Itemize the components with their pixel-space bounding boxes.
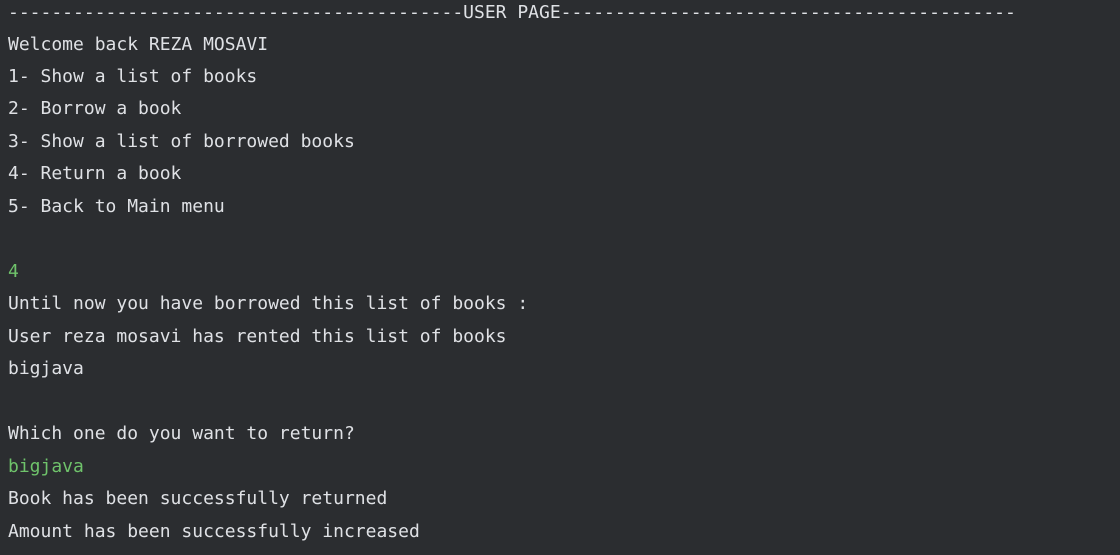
menu-item-return-book: 4- Return a book xyxy=(8,163,182,184)
user-book-input: bigjava xyxy=(8,456,84,477)
rented-info-text: User reza mosavi has rented this list of… xyxy=(8,326,507,347)
welcome-message: Welcome back REZA MOSAVI xyxy=(8,34,269,55)
borrowed-intro-text: Until now you have borrowed this list of… xyxy=(8,293,529,314)
menu-item-show-books: 1- Show a list of books xyxy=(8,66,258,87)
user-choice-input: 4 xyxy=(8,261,19,282)
return-prompt: Which one do you want to return? xyxy=(8,423,355,444)
borrowed-book-item: bigjava xyxy=(8,358,84,379)
user-page-header: ----------------------------------------… xyxy=(8,2,1016,23)
return-success-message: Book has been successfully returned xyxy=(8,488,388,509)
menu-item-show-borrowed: 3- Show a list of borrowed books xyxy=(8,131,355,152)
amount-success-message: Amount has been successfully increased xyxy=(8,521,420,542)
menu-item-borrow-book: 2- Borrow a book xyxy=(8,98,182,119)
console-output: ----------------------------------------… xyxy=(0,0,1120,555)
menu-item-back-main: 5- Back to Main menu xyxy=(8,196,225,217)
